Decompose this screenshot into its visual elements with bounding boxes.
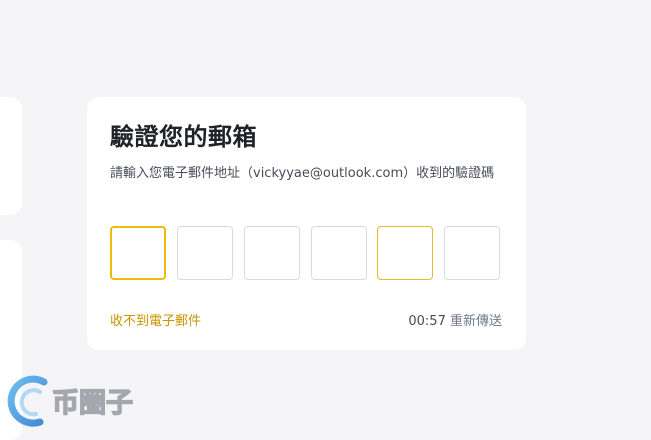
- code-digit-2[interactable]: [177, 226, 233, 280]
- code-digit-6[interactable]: [444, 226, 500, 280]
- no-email-received-link[interactable]: 收不到電子郵件: [110, 313, 201, 331]
- code-digit-3[interactable]: [244, 226, 300, 280]
- email-verification-card: 驗證您的郵箱 請輸入您電子郵件地址（vickyyae@outlook.com）收…: [87, 97, 526, 350]
- code-digit-4[interactable]: [311, 226, 367, 280]
- brand-logo-icon: 币圈子: [7, 375, 134, 427]
- resend-label: 重新傳送: [449, 314, 502, 329]
- brand-watermark: 币圈子: [0, 370, 160, 430]
- verification-instructions: 請輸入您電子郵件地址（vickyyae@outlook.com）收到的驗證碼: [110, 166, 495, 181]
- brand-watermark-text: 币圈子: [52, 388, 133, 419]
- page-title: 驗證您的郵箱: [110, 123, 257, 151]
- resend-countdown: 00:57: [408, 314, 446, 329]
- code-digit-5[interactable]: [377, 226, 433, 280]
- code-digit-1[interactable]: [110, 226, 166, 280]
- verification-code-inputs: [110, 226, 503, 282]
- side-panel-top: [0, 97, 22, 215]
- resend-code[interactable]: 00:57 重新傳送: [408, 313, 502, 331]
